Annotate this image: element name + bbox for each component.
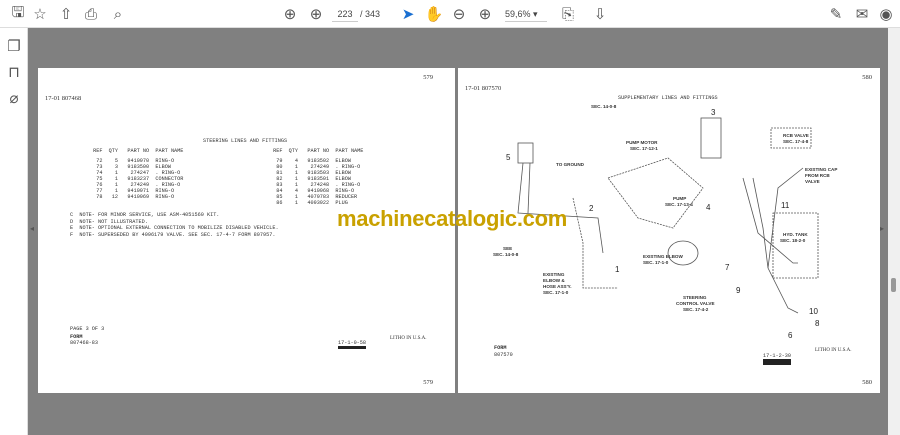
note: F NOTE- SUPERSEDED BY 4096179 VALVE. SEE… xyxy=(70,231,276,238)
toolbar: 🖫 ☆ ⇧ ⎙ ⌕ ⊕ ⊕ 223 / 343 ➤ ✋ ⊖ ⊕ 59,6% ▾ … xyxy=(0,0,900,28)
watermark: machinecatalogic.com xyxy=(337,206,567,231)
litho: LITHO IN U.S.A. xyxy=(390,336,427,341)
label: RCB VALVE xyxy=(783,133,809,138)
zoom-in-icon[interactable]: ⊕ xyxy=(475,4,495,24)
callout: 9 xyxy=(736,286,741,295)
label: EXISTING ELBOW xyxy=(643,254,683,259)
collapse-right-icon[interactable]: ▸ xyxy=(880,224,884,233)
attachments-icon[interactable]: ⌀ xyxy=(4,88,24,108)
zoom-value: 59,6% xyxy=(505,9,531,19)
save-icon[interactable]: 🖫 xyxy=(8,4,28,24)
label: SEC. 17-12-1 xyxy=(630,146,658,151)
pages-icon[interactable]: ❐ xyxy=(4,36,24,56)
account-icon[interactable]: ◉ xyxy=(876,4,896,24)
callout: 8 xyxy=(815,319,820,328)
callout: 4 xyxy=(706,203,711,212)
callout: 1 xyxy=(615,265,620,274)
label: SEC. 17-1-0 xyxy=(543,290,569,295)
page-of: PAGE 3 OF 3 xyxy=(70,326,105,332)
table-title: STEERING LINES AND FITTINGS xyxy=(203,138,288,144)
label: SEC. 14-0-8 xyxy=(493,252,519,257)
note: C NOTE- FOR MINOR SERVICE, USE ASM-40515… xyxy=(70,212,220,218)
label: STEERING xyxy=(683,295,707,300)
label: SEC. 17-4-8 xyxy=(783,139,809,144)
label: HYD. TANK xyxy=(783,232,808,237)
callout: 2 xyxy=(589,204,594,213)
label: ELBOW & xyxy=(543,278,565,283)
note: D NOTE- NOT ILLUSTRATED. xyxy=(70,218,148,225)
page-number-bottom: 579 xyxy=(423,379,433,386)
bookmark-star-icon[interactable]: ☆ xyxy=(30,4,50,24)
label: SEC. 17-4-2 xyxy=(683,307,709,312)
callout: 11 xyxy=(781,201,790,210)
label: HOSE ASS'Y. xyxy=(543,284,572,289)
text-line: REF QTY PART NO PART NAME xyxy=(270,148,364,154)
callout: 5 xyxy=(506,153,511,162)
page-number-input[interactable]: 223 xyxy=(332,6,358,22)
upload-icon[interactable]: ⇧ xyxy=(56,4,76,24)
text-line: REF QTY PART NO PART NAME xyxy=(90,148,184,154)
label: FROM RCB xyxy=(805,173,830,178)
callout: 10 xyxy=(809,307,818,316)
next-page-icon[interactable]: ⊕ xyxy=(306,4,326,24)
find-icon[interactable]: ⌕ xyxy=(108,4,128,24)
page-header: 17-01 807468 xyxy=(45,95,82,102)
form-number: 807468-83 xyxy=(70,340,99,346)
form-label: FORM xyxy=(494,345,507,351)
callout: 3 xyxy=(711,108,716,117)
form-number: 807570 xyxy=(494,352,513,358)
label: PUMP MOTOR xyxy=(626,140,658,145)
table-row: 78 12 9410969 RING-O xyxy=(90,194,175,200)
page-number: 579 xyxy=(423,74,433,81)
prev-page-icon[interactable]: ⊕ xyxy=(280,4,300,24)
litho: LITHO IN U.S.A. xyxy=(815,348,852,353)
stamp: 17-1-0-58 xyxy=(338,340,367,349)
label: SEE xyxy=(503,246,512,251)
hand-icon[interactable]: ✋ xyxy=(424,4,444,24)
zoom-out-icon[interactable]: ⊖ xyxy=(449,4,469,24)
label: TO GROUND xyxy=(556,162,585,167)
label: PUMP xyxy=(673,196,686,201)
label: SEC. 18-2-0 xyxy=(780,238,806,243)
sign-icon[interactable]: ✎ xyxy=(826,4,846,24)
callout: 7 xyxy=(725,263,730,272)
stamp: 17-1-2-30 xyxy=(763,353,792,365)
label: SEC. 14-0-8 xyxy=(591,104,617,109)
scroll-thumb[interactable] xyxy=(891,278,896,292)
left-sidebar: ❐ ⊓ ⌀ xyxy=(0,28,28,435)
collapse-left-icon[interactable]: ◂ xyxy=(30,224,34,233)
select-cursor-icon[interactable]: ➤ xyxy=(398,4,418,24)
bookmarks-icon[interactable]: ⊓ xyxy=(4,62,24,82)
email-icon[interactable]: ✉ xyxy=(852,4,872,24)
label: VALVE xyxy=(805,179,820,184)
label: CONTROL VALVE xyxy=(676,301,715,306)
callout: 6 xyxy=(788,331,793,340)
scrollbar[interactable] xyxy=(888,28,900,435)
note: E NOTE- OPTIONAL EXTERNAL CONNECTION TO … xyxy=(70,225,279,231)
label: SEC. 17-13-4 xyxy=(665,202,693,207)
page-fit-icon[interactable]: ⎘ xyxy=(558,4,578,24)
label: EXISTING CAP xyxy=(805,167,837,172)
label: SEC. 17-1-0 xyxy=(643,260,669,265)
zoom-select[interactable]: 59,6% ▾ xyxy=(505,6,547,22)
page-number-bottom: 580 xyxy=(862,379,872,386)
scroll-mode-icon[interactable]: ⇩ xyxy=(590,4,610,24)
page-total: / 343 xyxy=(360,9,381,19)
print-icon[interactable]: ⎙ xyxy=(81,4,101,24)
label: EXISTING xyxy=(543,272,565,277)
